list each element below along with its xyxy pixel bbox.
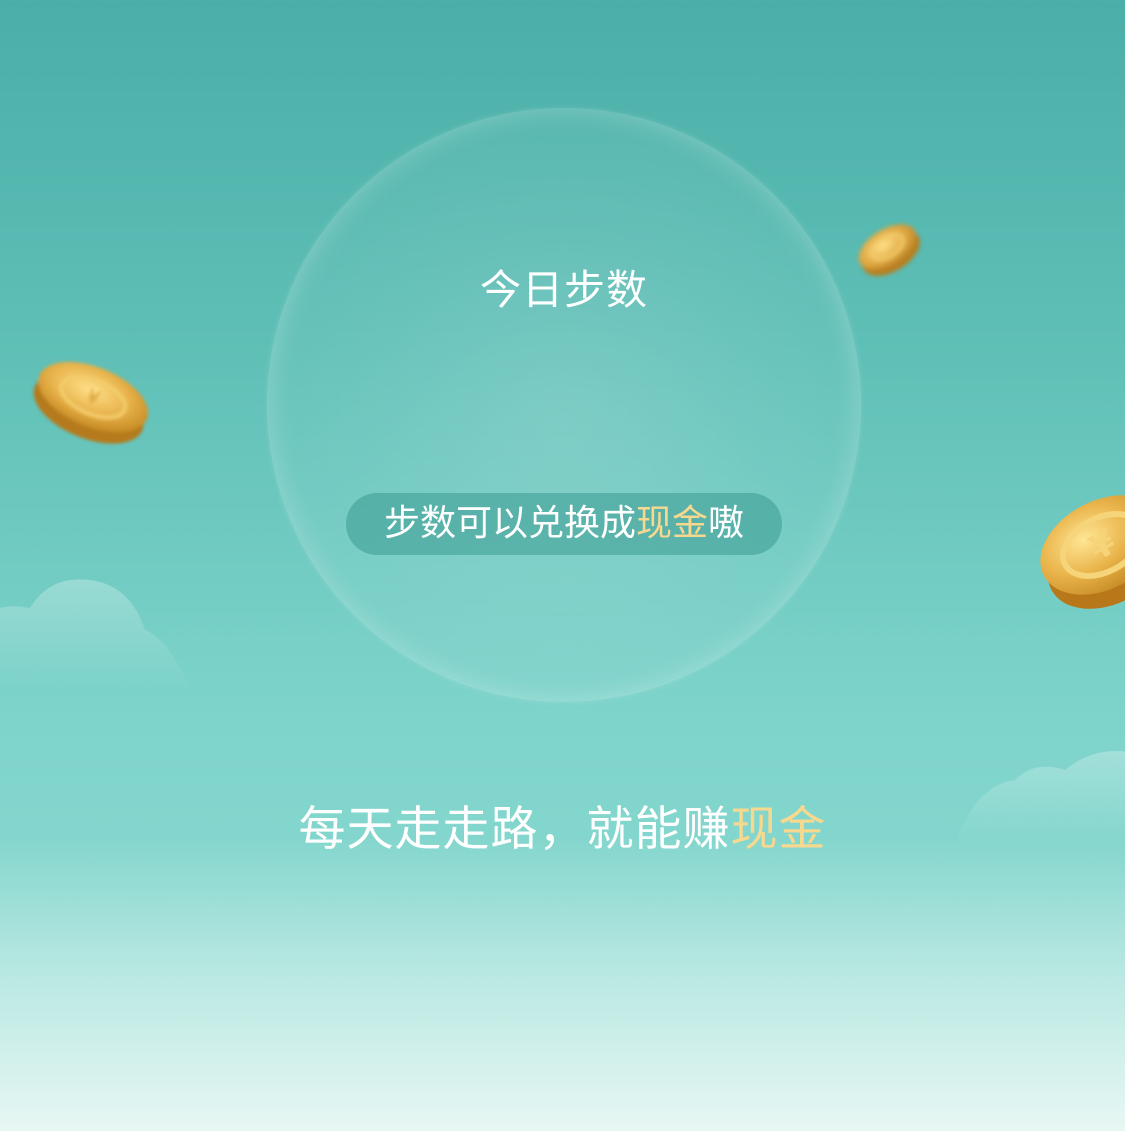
exchange-hint-text: 步数可以兑换成 (383, 503, 636, 544)
exchange-hint-suffix: 嗷 (708, 503, 745, 544)
slogan-highlight: 现金 (730, 802, 827, 857)
coin-icon: ¥ (1040, 495, 1125, 609)
svg-text:¥: ¥ (1083, 522, 1123, 569)
slogan-text: 每天走走路，就能赚 (298, 802, 731, 857)
cloud-left-icon (0, 579, 190, 690)
exchange-hint-pill: 步数可以兑换成现金嗷 (346, 493, 782, 555)
today-steps-title: 今日步数 (480, 266, 648, 314)
today-steps-bubble: 今日步数 步数可以兑换成现金嗷 (267, 108, 861, 702)
slogan: 每天走走路，就能赚现金 (0, 790, 1125, 859)
svg-text:¥: ¥ (83, 384, 104, 411)
coin-icon: ¥ (33, 361, 149, 444)
exchange-hint-highlight: 现金 (635, 503, 708, 544)
